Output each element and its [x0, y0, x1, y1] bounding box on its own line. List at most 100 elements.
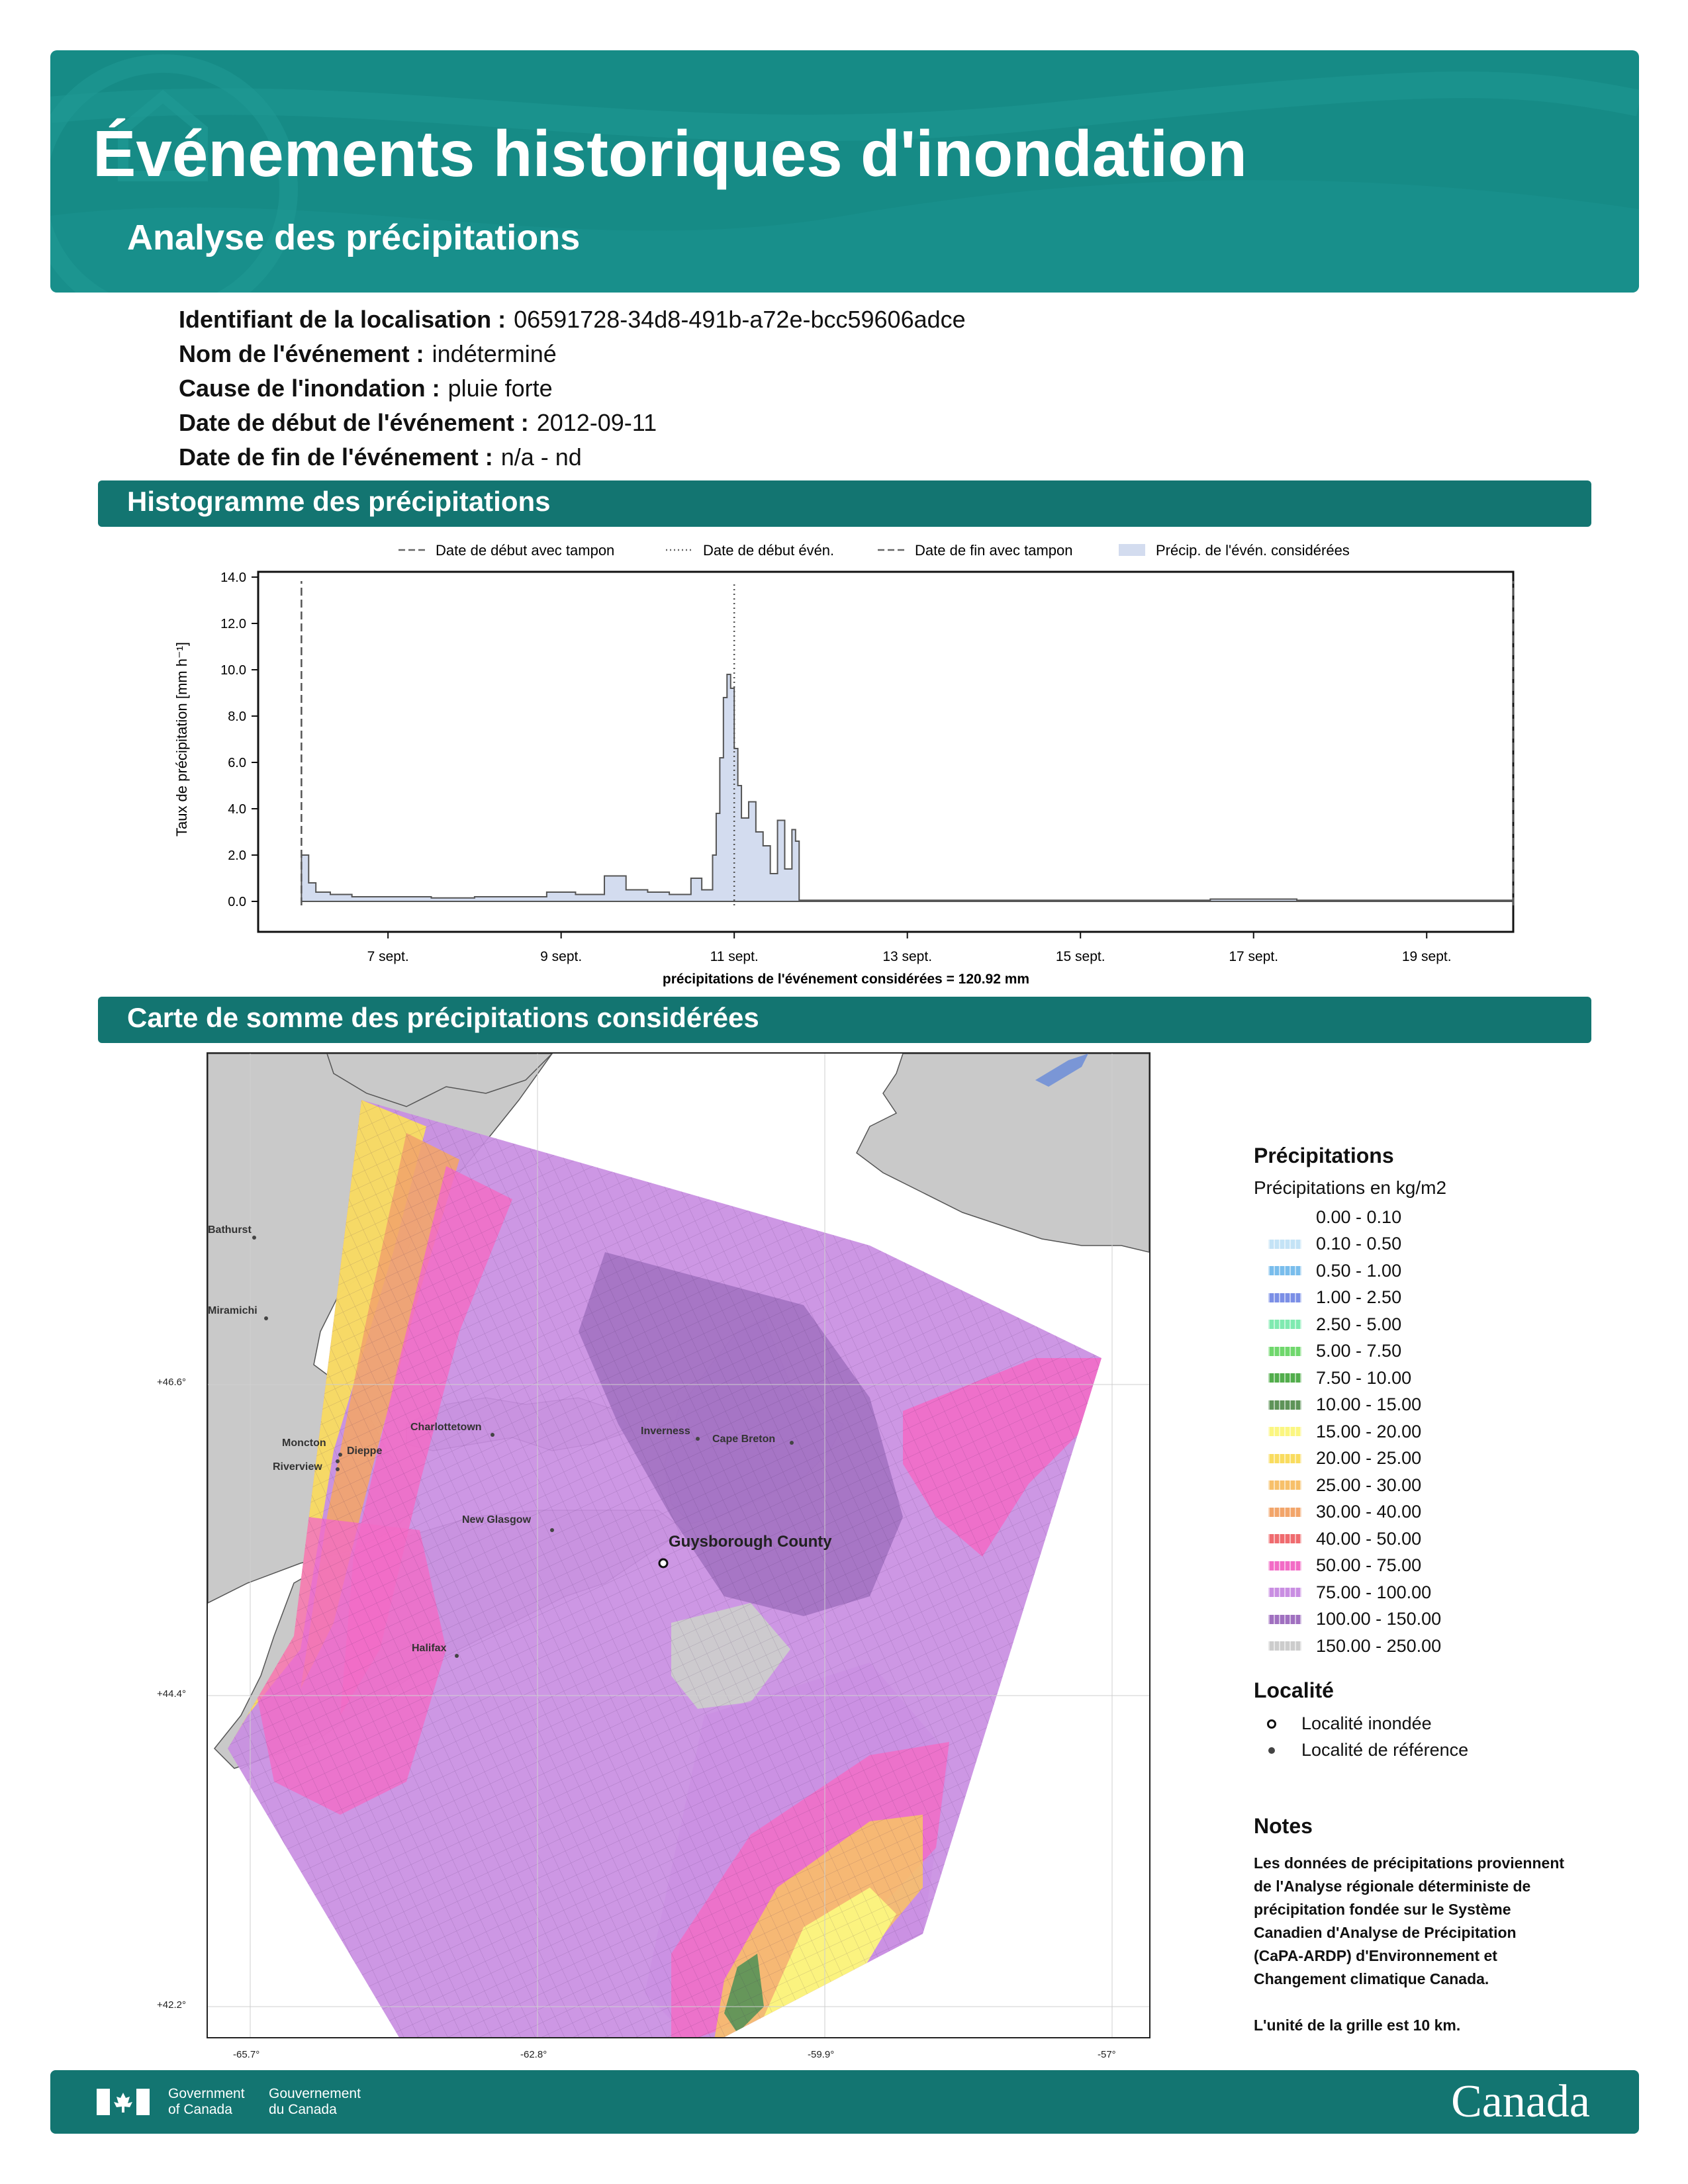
page-subtitle: Analyse des précipitations — [127, 218, 581, 257]
open-circle-icon — [1267, 1719, 1276, 1729]
x-tick-label: 17 sept. — [1229, 949, 1278, 964]
lon-tick-label: -65.7° — [233, 2049, 260, 2060]
info-value: 2012-09-11 — [536, 409, 657, 436]
legend-swatch — [1268, 1453, 1301, 1463]
y-axis-label: Taux de précipitation [mm h⁻¹] — [173, 642, 190, 837]
info-value: indéterminé — [432, 340, 557, 367]
gov-en-line: of Canada — [168, 2102, 232, 2117]
page-title: Événements historiques d'inondation — [93, 117, 1247, 190]
legend-item: 5.00 - 7.50 — [1254, 1338, 1624, 1365]
info-row-start-date: Date de début de l'événement : 2012-09-11 — [179, 409, 657, 437]
legend-item-label: 0.10 - 0.50 — [1316, 1234, 1402, 1254]
legend-swatch — [1268, 1480, 1301, 1490]
legend-item-flooded: Localité inondée — [1254, 1711, 1624, 1737]
legend-swatch — [1268, 1507, 1301, 1517]
lat-tick-label: +42.2° — [157, 1999, 186, 2011]
x-tick-label: 9 sept. — [540, 949, 582, 964]
legend-swatch — [1268, 1561, 1301, 1570]
y-tick-label: 12.0 — [220, 617, 246, 631]
flooded-locality-marker — [658, 1558, 669, 1569]
legend-item: 20.00 - 25.00 — [1254, 1445, 1624, 1473]
map-legend: Précipitations Précipitations en kg/m2 0… — [1254, 1144, 1624, 2037]
city-label: Charlottetown — [410, 1422, 482, 1433]
legend-swatch — [1268, 1400, 1301, 1410]
x-tick-label: 7 sept. — [367, 949, 409, 964]
city-label: Inverness — [641, 1426, 690, 1437]
notes-line: Changement climatique Canada. — [1254, 1970, 1489, 1987]
legend-swatch — [1268, 1239, 1301, 1249]
legend-item-label: Localité de référence — [1301, 1740, 1469, 1760]
notes-line — [1254, 1991, 1624, 2014]
y-tick-label: 10.0 — [220, 663, 246, 678]
legend-entry-label: Date de début avec tampon — [436, 542, 614, 559]
info-row-location-id: Identifiant de la localisation : 06591728… — [179, 306, 966, 334]
legend-swatch — [1268, 1641, 1301, 1651]
legend-item: 100.00 - 150.00 — [1254, 1606, 1624, 1633]
legend-swatch — [1268, 1320, 1301, 1330]
legend-items: 0.00 - 0.10 0.10 - 0.50 0.50 - 1.00 1.00 - … — [1254, 1204, 1624, 1660]
legend-item: 2.50 - 5.00 — [1254, 1311, 1624, 1338]
section-header-histogram: Histogramme des précipitations — [98, 480, 1591, 527]
city-label: Riverview — [273, 1461, 322, 1473]
legend-item-label: 150.00 - 250.00 — [1316, 1635, 1442, 1656]
city-label: Bathurst — [208, 1224, 252, 1236]
gov-en-wordmark: Government of Canada — [168, 2086, 245, 2118]
legend-item: 50.00 - 75.00 — [1254, 1553, 1624, 1580]
legend-entry-label: Date de début évén. — [703, 542, 834, 559]
locality-legend: Localité inondée Localité de référence — [1254, 1711, 1624, 1764]
city-label: Moncton — [282, 1437, 326, 1449]
gov-en-line: Government — [168, 2086, 245, 2101]
legend-item-label: 75.00 - 100.00 — [1316, 1582, 1432, 1602]
info-row-end-date: Date de fin de l'événement : n/a - nd — [179, 443, 582, 471]
legend-swatch — [1268, 1266, 1301, 1276]
legend-item-label: 5.00 - 7.50 — [1316, 1341, 1402, 1361]
legend-entry-label: Précip. de l'évén. considérées — [1156, 542, 1350, 559]
city-label: Dieppe — [347, 1445, 383, 1457]
legend-item-label: Localité inondée — [1301, 1713, 1432, 1733]
notes-line: Les données de précipitations proviennen… — [1254, 1854, 1565, 1872]
notes-line: L'unité de la grille est 10 km. — [1254, 2016, 1461, 2034]
legend-item-label: 100.00 - 150.00 — [1316, 1609, 1442, 1629]
header-banner: Événements historiques d'inondation Anal… — [50, 50, 1639, 293]
legend-item: 40.00 - 50.00 — [1254, 1525, 1624, 1553]
city-label: Cape Breton — [712, 1433, 776, 1445]
legend-swatch — [1268, 1212, 1301, 1222]
legend-item-label: 0.00 - 0.10 — [1316, 1206, 1402, 1227]
y-tick-label: 6.0 — [228, 756, 246, 770]
info-value: 06591728-34d8-491b-a72e-bcc59606adce — [514, 306, 966, 333]
info-label: Nom de l'événement : — [179, 340, 424, 367]
precipitation-histogram: 0.0 2.0 4.0 6.0 8.0 10.0 12.0 14.0 7 sept. 9 sept… — [173, 542, 1515, 987]
notes-line: (CaPA-ARDP) d'Environnement et — [1254, 1946, 1497, 1964]
canada-wordmark: Canada — [1451, 2076, 1590, 2127]
legend-swatch — [1268, 1614, 1301, 1624]
legend-swatch — [1268, 1346, 1301, 1356]
legend-item-label: 25.00 - 30.00 — [1316, 1475, 1422, 1495]
legend-item: 25.00 - 30.00 — [1254, 1472, 1624, 1499]
notes-line: Canadien d'Analyse de Précipitation — [1254, 1923, 1517, 1941]
notes-text: Les données de précipitations proviennen… — [1254, 1852, 1624, 2037]
notes-title: Notes — [1254, 1813, 1313, 1838]
gov-fr-line: du Canada — [269, 2102, 337, 2117]
legend-item: 30.00 - 40.00 — [1254, 1499, 1624, 1526]
precipitation-map[interactable]: Bathurst Miramichi Charlottetown Moncton… — [207, 1052, 1150, 2038]
legend-item-label: 15.00 - 20.00 — [1316, 1421, 1422, 1441]
legend-item-label: 50.00 - 75.00 — [1316, 1555, 1422, 1576]
info-label: Cause de l'inondation : — [179, 375, 440, 402]
city-label: Halifax — [412, 1643, 447, 1654]
legend-item-label: 40.00 - 50.00 — [1316, 1528, 1422, 1549]
lon-tick-label: -59.9° — [808, 2049, 835, 2060]
gov-fr-wordmark: Gouvernement du Canada — [269, 2086, 361, 2118]
legend-swatch — [1268, 1293, 1301, 1302]
x-tick-label: 19 sept. — [1402, 949, 1452, 964]
legend-entry-label: Date de fin avec tampon — [915, 542, 1072, 559]
x-tick-label: 15 sept. — [1056, 949, 1105, 964]
lon-tick-label: -57° — [1098, 2049, 1116, 2060]
legend-title: Précipitations — [1254, 1144, 1394, 1167]
legend-swatch — [1268, 1534, 1301, 1544]
legend-item: 0.50 - 1.00 — [1254, 1257, 1624, 1285]
filled-dot-icon — [1268, 1747, 1275, 1754]
y-tick-label: 2.0 — [228, 848, 246, 863]
canada-flag-icon — [97, 2089, 150, 2115]
legend-item: 1.00 - 2.50 — [1254, 1285, 1624, 1312]
info-label: Identifiant de la localisation : — [179, 306, 506, 333]
